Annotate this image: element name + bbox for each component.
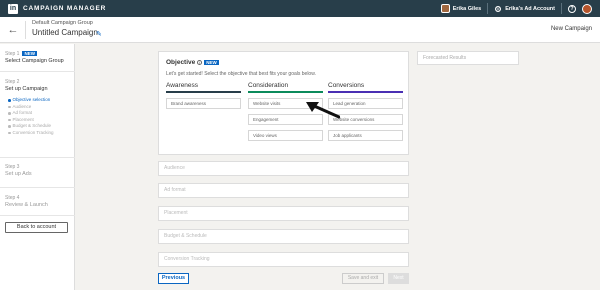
divider [0, 157, 75, 158]
campaign-header: ← Default Campaign Group Untitled Campai… [0, 17, 600, 43]
step-title: Review & Launch [5, 202, 48, 208]
dot-icon [8, 112, 11, 115]
substep-conversion-tracking[interactable]: Conversion Tracking [8, 130, 54, 137]
section-conversion-tracking[interactable]: Conversion Tracking [158, 252, 409, 267]
step-4[interactable]: Step 4 Review & Launch [5, 195, 48, 208]
column-heading: Conversions [328, 82, 365, 89]
pencil-icon[interactable]: ✎ [96, 30, 102, 38]
column-underline [166, 91, 241, 93]
gear-icon [495, 5, 502, 12]
step-label: Step 3 [5, 164, 20, 170]
new-badge: NEW [22, 51, 37, 56]
new-badge: NEW [204, 60, 219, 65]
objective-card: Objective i NEW Let's get started! Selec… [158, 51, 409, 155]
step-2[interactable]: Step 2 Set up Campaign [5, 79, 48, 92]
step-3[interactable]: Step 3 Set up Ads [5, 164, 32, 177]
step-title: Set up Campaign [5, 86, 48, 92]
divider [0, 215, 75, 216]
dot-icon [8, 105, 11, 108]
arrow-pointer-icon [306, 102, 340, 119]
back-to-account-button[interactable]: Back to account [5, 222, 68, 233]
column-underline [328, 91, 403, 93]
dot-icon [8, 125, 11, 128]
dot-icon [8, 118, 11, 121]
objective-description: Let's get started! Select the objective … [166, 71, 316, 77]
step-label: Step 1 [5, 51, 20, 57]
divider [0, 187, 75, 188]
new-campaign-link[interactable]: New Campaign [551, 26, 592, 32]
save-and-exit-button[interactable]: Save and exit [342, 273, 384, 284]
user-menu[interactable]: Erika Giles [440, 4, 482, 13]
step-label: Step 2 [5, 79, 20, 85]
divider [25, 21, 26, 39]
linkedin-logo-icon: in [8, 3, 18, 14]
objective-option-video-views[interactable]: Video views [248, 129, 323, 141]
objective-title: Objective [166, 59, 196, 66]
column-heading: Consideration [248, 82, 289, 89]
app-title: CAMPAIGN MANAGER [23, 5, 107, 12]
forecasted-results-panel: Forecasted Results [417, 51, 519, 65]
divider [561, 3, 562, 14]
user-avatar [440, 4, 450, 13]
steps-sidebar: Step 1 NEW Select Campaign Group Step 2 S… [0, 44, 75, 290]
column-underline [248, 91, 323, 93]
objective-heading: Objective i NEW [166, 59, 219, 66]
previous-button[interactable]: Previous [158, 273, 189, 284]
section-placement[interactable]: Placement [158, 206, 409, 221]
top-navigation-bar: in CAMPAIGN MANAGER Erika Giles Erika's … [0, 0, 600, 17]
section-audience[interactable]: Audience [158, 161, 409, 176]
divider [0, 71, 75, 72]
step-title: Set up Ads [5, 171, 32, 177]
step-1[interactable]: Step 1 NEW Select Campaign Group [5, 51, 64, 64]
divider [487, 3, 489, 14]
objective-option-job-applicants[interactable]: Job applicants [328, 129, 403, 141]
top-right-controls: Erika Giles Erika's Ad Account ? [440, 0, 592, 17]
objective-column-awareness: Awareness Brand awareness [166, 82, 241, 109]
section-budget-schedule[interactable]: Budget & Schedule [158, 229, 409, 244]
campaign-name: Untitled Campaign [32, 28, 98, 37]
step-title: Select Campaign Group [5, 58, 64, 64]
dot-icon [8, 131, 11, 134]
campaign-group-name: Default Campaign Group [32, 20, 93, 26]
section-ad-format[interactable]: Ad format [158, 183, 409, 198]
column-heading: Awareness [166, 82, 199, 89]
objective-option-brand-awareness[interactable]: Brand awareness [166, 97, 241, 109]
user-name: Erika Giles [452, 5, 482, 12]
back-arrow-icon[interactable]: ← [5, 22, 21, 38]
account-name: Erika's Ad Account [505, 5, 555, 12]
step-label: Step 4 [5, 195, 20, 201]
help-icon[interactable]: ? [568, 4, 576, 13]
next-button[interactable]: Next [388, 273, 409, 284]
dot-icon [8, 99, 11, 102]
profile-avatar[interactable] [582, 3, 592, 14]
info-icon[interactable]: i [197, 60, 203, 65]
account-switcher[interactable]: Erika's Ad Account [494, 5, 555, 13]
substep-list: Objective selection Audience Ad format P… [8, 97, 54, 136]
